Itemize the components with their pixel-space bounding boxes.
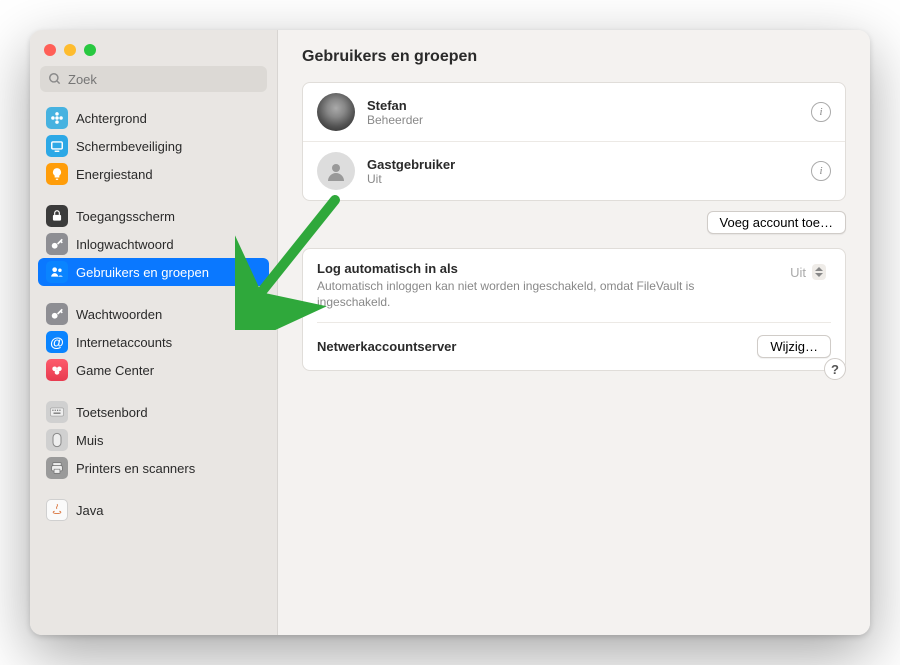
search-input[interactable] — [40, 66, 267, 92]
avatar — [317, 93, 355, 131]
sidebar-item-label: Toegangsscherm — [76, 209, 175, 224]
minimize-button[interactable] — [64, 44, 76, 56]
sidebar-item-gebruikers-en-groepen[interactable]: Gebruikers en groepen — [38, 258, 269, 286]
auto-login-description: Automatisch inloggen kan niet worden ing… — [317, 278, 697, 310]
sidebar-item-wachtwoorden[interactable]: Wachtwoorden — [38, 300, 269, 328]
sidebar-item-label: Toetsenbord — [76, 405, 148, 420]
page-title: Gebruikers en groepen — [302, 48, 846, 66]
game-icon — [46, 359, 68, 381]
flower-icon — [46, 107, 68, 129]
user-role: Uit — [367, 172, 455, 186]
auto-login-title: Log automatisch in als — [317, 261, 697, 276]
bulb-icon — [46, 163, 68, 185]
users-panel: Stefan Beheerder i Gastgebruiker Uit i — [302, 82, 846, 201]
sidebar-item-label: Schermbeveiliging — [76, 139, 182, 154]
close-button[interactable] — [44, 44, 56, 56]
sidebar-item-label: Game Center — [76, 363, 154, 378]
sidebar-item-energiestand[interactable]: Energiestand — [38, 160, 269, 188]
maximize-button[interactable] — [84, 44, 96, 56]
at-icon: @ — [46, 331, 68, 353]
avatar — [317, 152, 355, 190]
sidebar-item-game-center[interactable]: Game Center — [38, 356, 269, 384]
printer-icon — [46, 457, 68, 479]
sidebar-item-toetsenbord[interactable]: Toetsenbord — [38, 398, 269, 426]
settings-panel: Log automatisch in als Automatisch inlog… — [302, 248, 846, 371]
screen-icon — [46, 135, 68, 157]
sidebar-item-label: Wachtwoorden — [76, 307, 162, 322]
add-account-button[interactable]: Voeg account toe… — [707, 211, 846, 234]
sidebar: Achtergrond Schermbeveiliging Energiesta… — [30, 30, 278, 635]
info-icon[interactable]: i — [811, 161, 831, 181]
search-icon — [48, 72, 62, 86]
auto-login-select[interactable]: Uit — [781, 261, 831, 283]
sidebar-item-inlogwachtwoord[interactable]: Inlogwachtwoord — [38, 230, 269, 258]
sidebar-item-label: Java — [76, 503, 103, 518]
sidebar-item-java[interactable]: Java — [38, 496, 269, 524]
java-icon — [46, 499, 68, 521]
window-controls — [30, 40, 277, 66]
user-role: Beheerder — [367, 113, 423, 127]
sidebar-item-label: Printers en scanners — [76, 461, 195, 476]
network-server-title: Netwerkaccountserver — [317, 339, 456, 354]
sidebar-item-internetaccounts[interactable]: @ Internetaccounts — [38, 328, 269, 356]
sidebar-item-printers-en-scanners[interactable]: Printers en scanners — [38, 454, 269, 482]
keyboard-icon — [46, 401, 68, 423]
main-content: Gebruikers en groepen Stefan Beheerder i… — [278, 30, 870, 635]
sidebar-item-label: Energiestand — [76, 167, 153, 182]
user-name: Stefan — [367, 98, 423, 113]
key-icon — [46, 303, 68, 325]
sidebar-nav[interactable]: Achtergrond Schermbeveiliging Energiesta… — [30, 100, 277, 635]
info-icon[interactable]: i — [811, 102, 831, 122]
lock-icon — [46, 205, 68, 227]
sidebar-item-schermbeveiliging[interactable]: Schermbeveiliging — [38, 132, 269, 160]
users-icon — [46, 261, 68, 283]
sidebar-item-label: Achtergrond — [76, 111, 147, 126]
chevron-up-down-icon — [812, 264, 826, 280]
settings-window: Achtergrond Schermbeveiliging Energiesta… — [30, 30, 870, 635]
help-button[interactable]: ? — [824, 358, 846, 380]
mouse-icon — [46, 429, 68, 451]
user-row[interactable]: Gastgebruiker Uit i — [303, 141, 845, 200]
sidebar-item-label: Gebruikers en groepen — [76, 265, 209, 280]
auto-login-value: Uit — [790, 265, 806, 280]
sidebar-item-label: Internetaccounts — [76, 335, 172, 350]
sidebar-item-achtergrond[interactable]: Achtergrond — [38, 104, 269, 132]
user-name: Gastgebruiker — [367, 157, 455, 172]
sidebar-item-muis[interactable]: Muis — [38, 426, 269, 454]
sidebar-item-label: Muis — [76, 433, 103, 448]
sidebar-item-toegangsscherm[interactable]: Toegangsscherm — [38, 202, 269, 230]
sidebar-item-label: Inlogwachtwoord — [76, 237, 174, 252]
user-row[interactable]: Stefan Beheerder i — [303, 83, 845, 141]
edit-network-button[interactable]: Wijzig… — [757, 335, 831, 358]
key-icon — [46, 233, 68, 255]
